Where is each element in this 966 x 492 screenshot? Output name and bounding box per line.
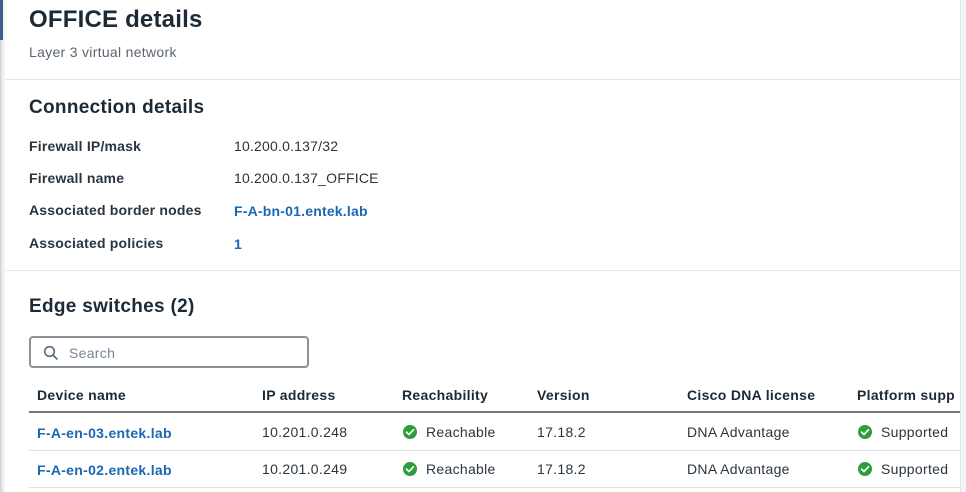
license-cell: DNA Advantage	[687, 424, 790, 440]
page-subtitle: Layer 3 virtual network	[29, 44, 177, 60]
reachability-label: Reachable	[426, 461, 496, 477]
ip-cell: 10.201.0.248	[262, 424, 348, 440]
connection-details-title: Connection details	[29, 97, 205, 118]
firewall-ip-label: Firewall IP/mask	[29, 138, 142, 154]
col-reachability[interactable]: Reachability	[402, 387, 488, 403]
row-divider	[29, 487, 960, 488]
col-platform-support[interactable]: Platform supp	[857, 387, 960, 403]
col-device-name[interactable]: Device name	[37, 387, 126, 403]
col-ip-address[interactable]: IP address	[262, 387, 336, 403]
ip-cell: 10.201.0.249	[262, 461, 348, 477]
policies-count-link[interactable]: 1	[234, 236, 242, 252]
left-panel-edge	[0, 0, 6, 492]
border-node-link[interactable]: F-A-bn-01.entek.lab	[234, 203, 368, 219]
device-link[interactable]: F-A-en-03.entek.lab	[37, 425, 172, 441]
firewall-ip-value: 10.200.0.137/32	[234, 138, 339, 154]
check-circle-icon	[858, 462, 872, 476]
search-placeholder: Search	[69, 345, 116, 361]
search-icon	[43, 345, 58, 360]
table-header-divider	[29, 411, 960, 413]
check-circle-icon	[858, 425, 872, 439]
reachability-cell: Reachable	[403, 424, 496, 440]
policies-label: Associated policies	[29, 235, 164, 251]
header-divider	[6, 79, 960, 80]
firewall-name-label: Firewall name	[29, 170, 125, 186]
edge-switches-title: Edge switches (2)	[29, 296, 195, 317]
platform-label: Supported	[881, 424, 949, 440]
border-nodes-label: Associated border nodes	[29, 202, 202, 218]
page-title: OFFICE details	[29, 6, 203, 33]
col-dna-license[interactable]: Cisco DNA license	[687, 387, 815, 403]
page-header: OFFICE details Layer 3 virtual network	[29, 6, 203, 60]
version-cell: 17.18.2	[537, 461, 586, 477]
firewall-name-value: 10.200.0.137_OFFICE	[234, 170, 379, 186]
reachability-label: Reachable	[426, 424, 496, 440]
check-circle-icon	[403, 425, 417, 439]
version-cell: 17.18.2	[537, 424, 586, 440]
search-input[interactable]: Search	[29, 336, 309, 368]
row-divider	[29, 450, 960, 451]
connection-divider	[6, 270, 960, 271]
reachability-cell: Reachable	[403, 461, 496, 477]
platform-cell: Supported	[858, 424, 948, 440]
check-circle-icon	[403, 462, 417, 476]
license-cell: DNA Advantage	[687, 461, 790, 477]
platform-label: Supported	[881, 461, 949, 477]
platform-cell: Supported	[858, 461, 948, 477]
left-accent-bar	[0, 0, 3, 40]
device-link[interactable]: F-A-en-02.entek.lab	[37, 462, 172, 478]
scrollbar[interactable]	[960, 0, 966, 492]
col-version[interactable]: Version	[537, 387, 590, 403]
